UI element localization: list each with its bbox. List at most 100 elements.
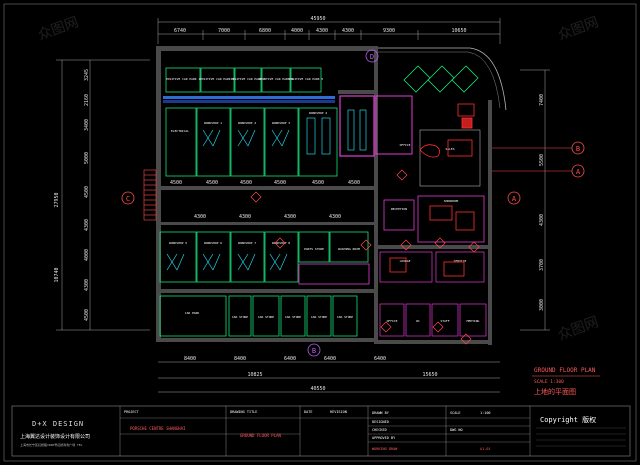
dim-label: 4000 [84, 249, 90, 261]
copyright-label: Copyright 版权 [540, 415, 596, 424]
bottom-overall-dim: 40550 [310, 386, 325, 392]
plan-title: GROUND FLOOR PLAN SCALE 1:300 上地的平面图 [532, 367, 600, 396]
dim-label: 3400 [84, 119, 90, 131]
top-dimension-chain [157, 18, 501, 44]
dim-label: 7400 [539, 94, 545, 106]
room-label: WC [416, 319, 420, 323]
dim-label: 4500 [274, 180, 286, 186]
floor-plan: 45950 6740 7000 6800 4000 4300 4300 9300… [3, 3, 637, 462]
watermark-text: 众图网 [36, 14, 81, 43]
room-label: WORKSHOP 6 [204, 241, 222, 245]
room-label: PARTS STORE [304, 247, 324, 251]
room-label: STAFF [440, 319, 449, 323]
axis-marker-c: C [121, 191, 135, 205]
parking-labels: POSITIVE CAR PARK 1 POSITIVE CAR PARK 2 … [166, 77, 324, 81]
title-block [11, 405, 631, 457]
dim-label: 6400 [284, 356, 296, 362]
dim-label: 7000 [218, 28, 230, 34]
dim-label: 4300 [329, 214, 341, 220]
dim-label: 4500 [170, 180, 182, 186]
left-dimension-chain [56, 59, 150, 331]
dim-label: 4500 [240, 180, 252, 186]
room-label: ELECTRICAL [171, 129, 189, 133]
copyright-block: Copyright 版权 [536, 415, 626, 447]
project-name: PORSCHE CENTRE SHANGHAI [130, 426, 186, 431]
workshop-lifts [202, 109, 367, 155]
axis-marker-a-side: A [507, 191, 521, 205]
dim-label: 8400 [234, 356, 246, 362]
axis-marker-b-bottom: B [307, 343, 321, 357]
dim-label: 4300 [539, 214, 545, 226]
left-overall-dim: 27950 [54, 192, 60, 207]
field-label: PROJECT [124, 410, 140, 414]
room-label: CAR PARK [185, 311, 200, 315]
dim-label: 4500 [348, 180, 360, 186]
left-segment-dims: 3245 2160 3400 5000 4500 4300 4000 4300 … [84, 69, 90, 321]
bottom-dimension-chain [158, 361, 500, 393]
dim-label: 6740 [174, 28, 186, 34]
room-label: WORKSHOP 3 [272, 121, 290, 125]
watermark-text: 众图网 [556, 314, 601, 343]
dim-label: 6400 [324, 356, 336, 362]
field-label: APPROVED BY [372, 436, 396, 440]
axis-marker-label: A [512, 195, 517, 203]
dim-label: 3000 [539, 299, 545, 311]
workshop-row-bottom [159, 231, 370, 285]
axis-marker-label: B [312, 347, 316, 355]
axis-marker-label: B [576, 145, 580, 153]
dim-label: 8400 [184, 356, 196, 362]
room-label: POSITIVE CAR PARK 5 [289, 77, 324, 81]
dim-label: 4000 [291, 28, 303, 34]
dim-label: 4300 [284, 214, 296, 220]
workshop-bottom-lifts [166, 253, 288, 271]
room-label: CAR STORE [258, 315, 274, 319]
store-labels: CAR PARK CAR STORE CAR STORE CAR STORE C… [185, 311, 354, 319]
plan-title-cn: 上地的平面图 [534, 387, 576, 396]
top-overall-dim: 45950 [310, 16, 325, 22]
room-label: POSITIVE CAR PARK 1 [166, 77, 201, 81]
company-name-cn: 上海翼达设计装饰设计有限公司 [20, 433, 90, 440]
top-segment-dims: 6740 7000 6800 4000 4300 4300 9300 10650 [174, 28, 467, 34]
room-label: RECEPTION [391, 207, 407, 211]
room-label: CAR STORE [311, 315, 327, 319]
company-name-en: D+X DESIGN [32, 420, 84, 428]
room-label: WORKSHOP 4 [309, 111, 327, 115]
access-road-inner [378, 51, 501, 109]
field-label: DESIGNED [372, 420, 389, 424]
axis-marker-a-right: A [492, 164, 585, 178]
entry-stairs [143, 169, 157, 221]
field-label: REVISION [330, 410, 347, 414]
dim-label: 6800 [259, 28, 271, 34]
room-label: CAR STORE [232, 315, 248, 319]
left-lower-dim: 10740 [54, 267, 60, 282]
drawing-name: GROUND FLOOR PLAN [240, 433, 282, 438]
watermark-text: 众图网 [556, 14, 601, 43]
room-label: WORKSHOP 1 [204, 121, 222, 125]
room-label: MEETING [467, 319, 480, 323]
room-label: WASHING ROOM [338, 247, 360, 251]
dim-label: 4500 [206, 180, 218, 186]
bottom-segment-dims: 8400 8400 6400 6400 6400 10825 15650 [184, 356, 438, 378]
field-label: DRAWN BY [372, 411, 390, 415]
access-road-curve [378, 47, 507, 111]
dim-label: 4300 [239, 214, 251, 220]
dim-label: 4300 [194, 214, 206, 220]
dim-label: 5000 [84, 152, 90, 164]
showroom-area [379, 129, 487, 337]
axis-marker-label: D [370, 53, 374, 61]
room-label: POSITIVE CAR PARK 2 [200, 77, 235, 81]
field-label: DATE [304, 410, 312, 414]
dim-label: 15650 [422, 372, 437, 378]
axis-marker-label: A [576, 168, 581, 176]
right-dimension-chain [520, 69, 550, 331]
room-label: WORKSHOP 5 [169, 241, 187, 245]
dim-label: 5500 [539, 154, 545, 166]
company-address: 上海市长宁区虹桥路1000号虹桥商务广场 TEL [20, 442, 83, 447]
drawing-number: A1-01 [480, 447, 491, 451]
plan-title-en: GROUND FLOOR PLAN [534, 367, 596, 374]
field-label: DWG NO [450, 428, 463, 432]
field-label: CHECKED [372, 428, 387, 432]
title-block-fields: PROJECT PORSCHE CENTRE SHANGHAI DRAWING … [124, 410, 491, 451]
room-label: WORKSHOP 7 [238, 241, 256, 245]
dim-label: 3700 [539, 259, 545, 271]
